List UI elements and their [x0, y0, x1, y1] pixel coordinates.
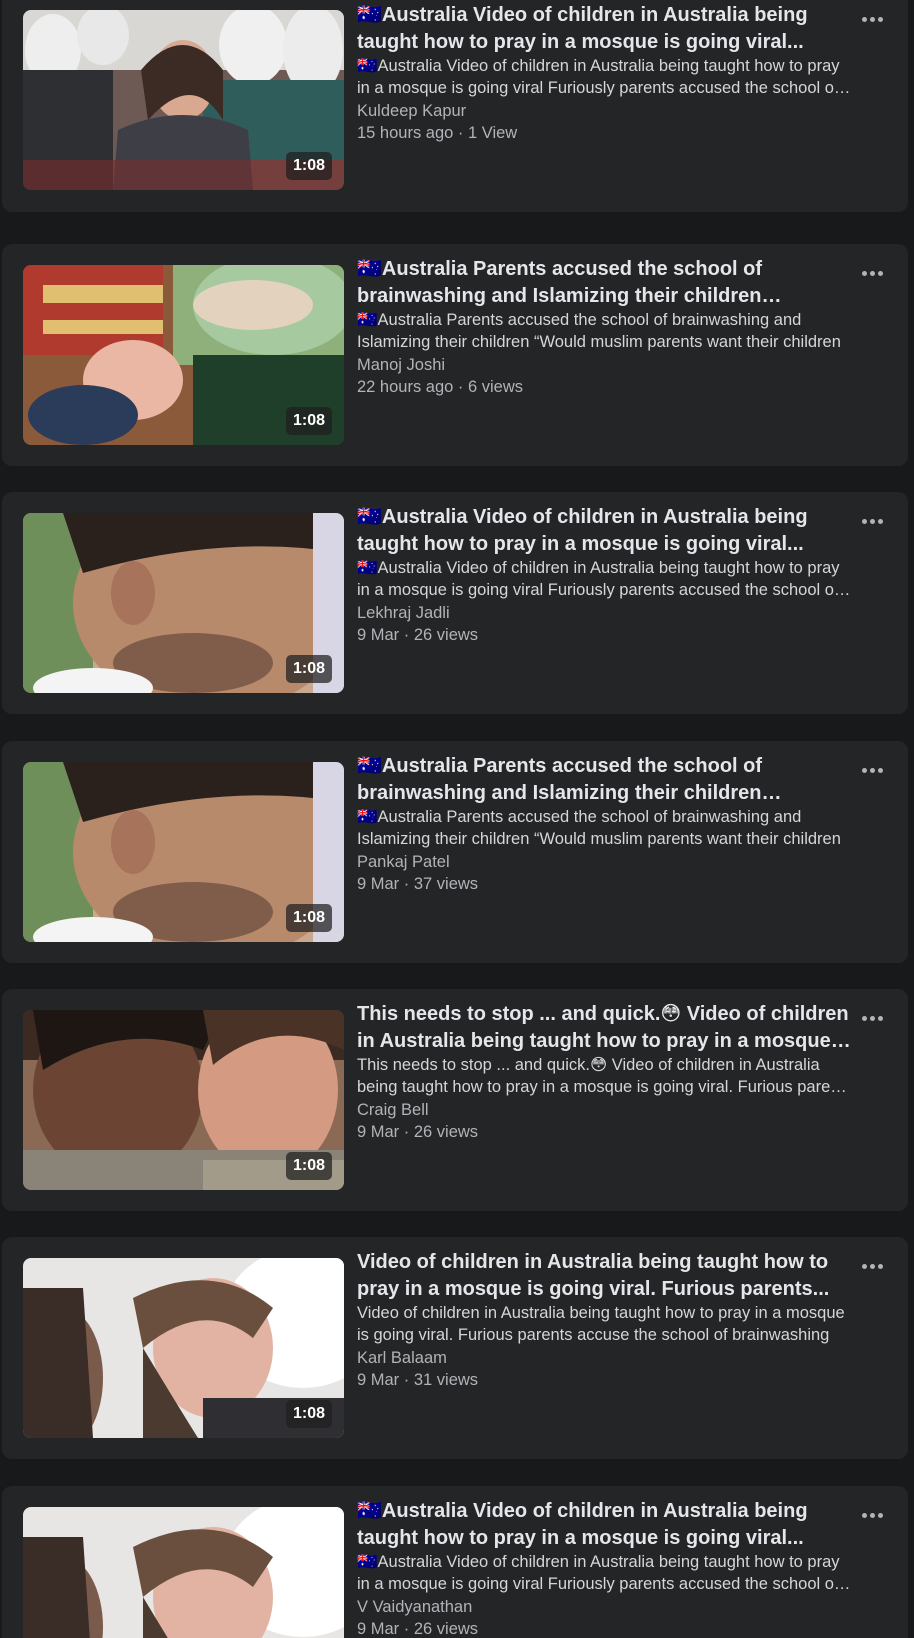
- more-horizontal-icon: [861, 518, 883, 524]
- video-duration: 1:08: [285, 152, 332, 180]
- video-thumbnail[interactable]: 1:08: [23, 762, 344, 942]
- more-options-button[interactable]: [854, 755, 890, 785]
- video-author[interactable]: Pankaj Patel: [357, 851, 853, 873]
- more-horizontal-icon: [861, 767, 883, 773]
- video-meta: 9 Mar · 37 views: [357, 875, 479, 893]
- video-description: 🇦🇺Australia Parents accused the school o…: [357, 311, 841, 351]
- video-meta: 22 hours ago · 6 views: [357, 378, 524, 396]
- video-thumbnail[interactable]: 1:08: [23, 10, 344, 190]
- video-card[interactable]: 1:08 🇦🇺Australia Video of children in Au…: [2, 0, 908, 212]
- more-horizontal-icon: [861, 1015, 883, 1021]
- video-thumbnail[interactable]: 1:08: [23, 1010, 344, 1190]
- video-duration: 1:08: [285, 407, 332, 435]
- video-thumbnail[interactable]: 1:08: [23, 1507, 344, 1638]
- video-duration: 1:08: [285, 1152, 332, 1180]
- video-card[interactable]: 1:08 🇦🇺Australia Parents accused the sch…: [2, 741, 908, 963]
- video-description: 🇦🇺Australia Video of children in Austral…: [357, 57, 840, 97]
- video-info: 🇦🇺Australia Video of children in Austral…: [357, 504, 853, 646]
- thumbnail-image: [23, 1507, 344, 1638]
- more-options-button[interactable]: [854, 258, 890, 288]
- video-author[interactable]: Manoj Joshi: [357, 354, 853, 376]
- video-info: 🇦🇺Australia Parents accused the school o…: [357, 753, 853, 895]
- more-options-button[interactable]: [854, 1251, 890, 1281]
- video-title[interactable]: 🇦🇺Australia Parents accused the school o…: [357, 753, 853, 806]
- video-card[interactable]: 1:08 This needs to stop ... and quick.😳 …: [2, 989, 908, 1211]
- video-duration: 1:08: [285, 904, 332, 932]
- video-meta: 9 Mar · 26 views: [357, 626, 479, 644]
- video-description: 🇦🇺Australia Parents accused the school o…: [357, 808, 841, 848]
- more-options-button[interactable]: [854, 4, 890, 34]
- video-meta: 15 hours ago · 1 View: [357, 124, 518, 142]
- video-card[interactable]: 1:08 🇦🇺Australia Parents accused the sch…: [2, 244, 908, 466]
- video-title[interactable]: This needs to stop ... and quick.😳 Video…: [357, 1001, 853, 1054]
- video-title[interactable]: Video of children in Australia being tau…: [357, 1249, 853, 1302]
- video-thumbnail[interactable]: 1:08: [23, 265, 344, 445]
- video-meta: 9 Mar · 26 views: [357, 1123, 479, 1141]
- video-author[interactable]: Karl Balaam: [357, 1347, 853, 1369]
- more-horizontal-icon: [861, 16, 883, 22]
- video-info: 🇦🇺Australia Parents accused the school o…: [357, 256, 853, 398]
- video-duration: 1:08: [285, 1400, 332, 1428]
- video-info: This needs to stop ... and quick.😳 Video…: [357, 1001, 853, 1143]
- video-title[interactable]: 🇦🇺Australia Parents accused the school o…: [357, 256, 853, 309]
- more-options-button[interactable]: [854, 1003, 890, 1033]
- video-info: Video of children in Australia being tau…: [357, 1249, 853, 1391]
- video-title[interactable]: 🇦🇺Australia Video of children in Austral…: [357, 2, 853, 55]
- video-description: 🇦🇺Australia Video of children in Austral…: [357, 559, 840, 599]
- video-info: 🇦🇺Australia Video of children in Austral…: [357, 2, 853, 144]
- more-horizontal-icon: [861, 1263, 883, 1269]
- video-duration: 1:08: [285, 655, 332, 683]
- more-options-button[interactable]: [854, 506, 890, 536]
- video-title[interactable]: 🇦🇺Australia Video of children in Austral…: [357, 504, 853, 557]
- video-description: This needs to stop ... and quick.😳 Video…: [357, 1056, 853, 1096]
- video-author[interactable]: Kuldeep Kapur: [357, 100, 853, 122]
- video-card[interactable]: 1:08 Video of children in Australia bein…: [2, 1237, 908, 1459]
- video-thumbnail[interactable]: 1:08: [23, 1258, 344, 1438]
- video-card[interactable]: 1:08 🇦🇺Australia Video of children in Au…: [2, 492, 908, 714]
- more-horizontal-icon: [861, 1512, 883, 1518]
- video-card[interactable]: 1:08 🇦🇺Australia Video of children in Au…: [2, 1486, 908, 1638]
- video-title[interactable]: 🇦🇺Australia Video of children in Austral…: [357, 1498, 853, 1551]
- video-author[interactable]: Craig Bell: [357, 1099, 853, 1121]
- video-info: 🇦🇺Australia Video of children in Austral…: [357, 1498, 853, 1638]
- video-thumbnail[interactable]: 1:08: [23, 513, 344, 693]
- more-horizontal-icon: [861, 270, 883, 276]
- more-options-button[interactable]: [854, 1500, 890, 1530]
- video-description: Video of children in Australia being tau…: [357, 1304, 845, 1344]
- video-meta: 9 Mar · 26 views: [357, 1620, 479, 1638]
- video-description: 🇦🇺Australia Video of children in Austral…: [357, 1553, 840, 1593]
- video-author[interactable]: Lekhraj Jadli: [357, 602, 853, 624]
- video-meta: 9 Mar · 31 views: [357, 1371, 479, 1389]
- video-feed: 1:08 🇦🇺Australia Video of children in Au…: [0, 0, 914, 1638]
- video-author[interactable]: V Vaidyanathan: [357, 1596, 853, 1618]
